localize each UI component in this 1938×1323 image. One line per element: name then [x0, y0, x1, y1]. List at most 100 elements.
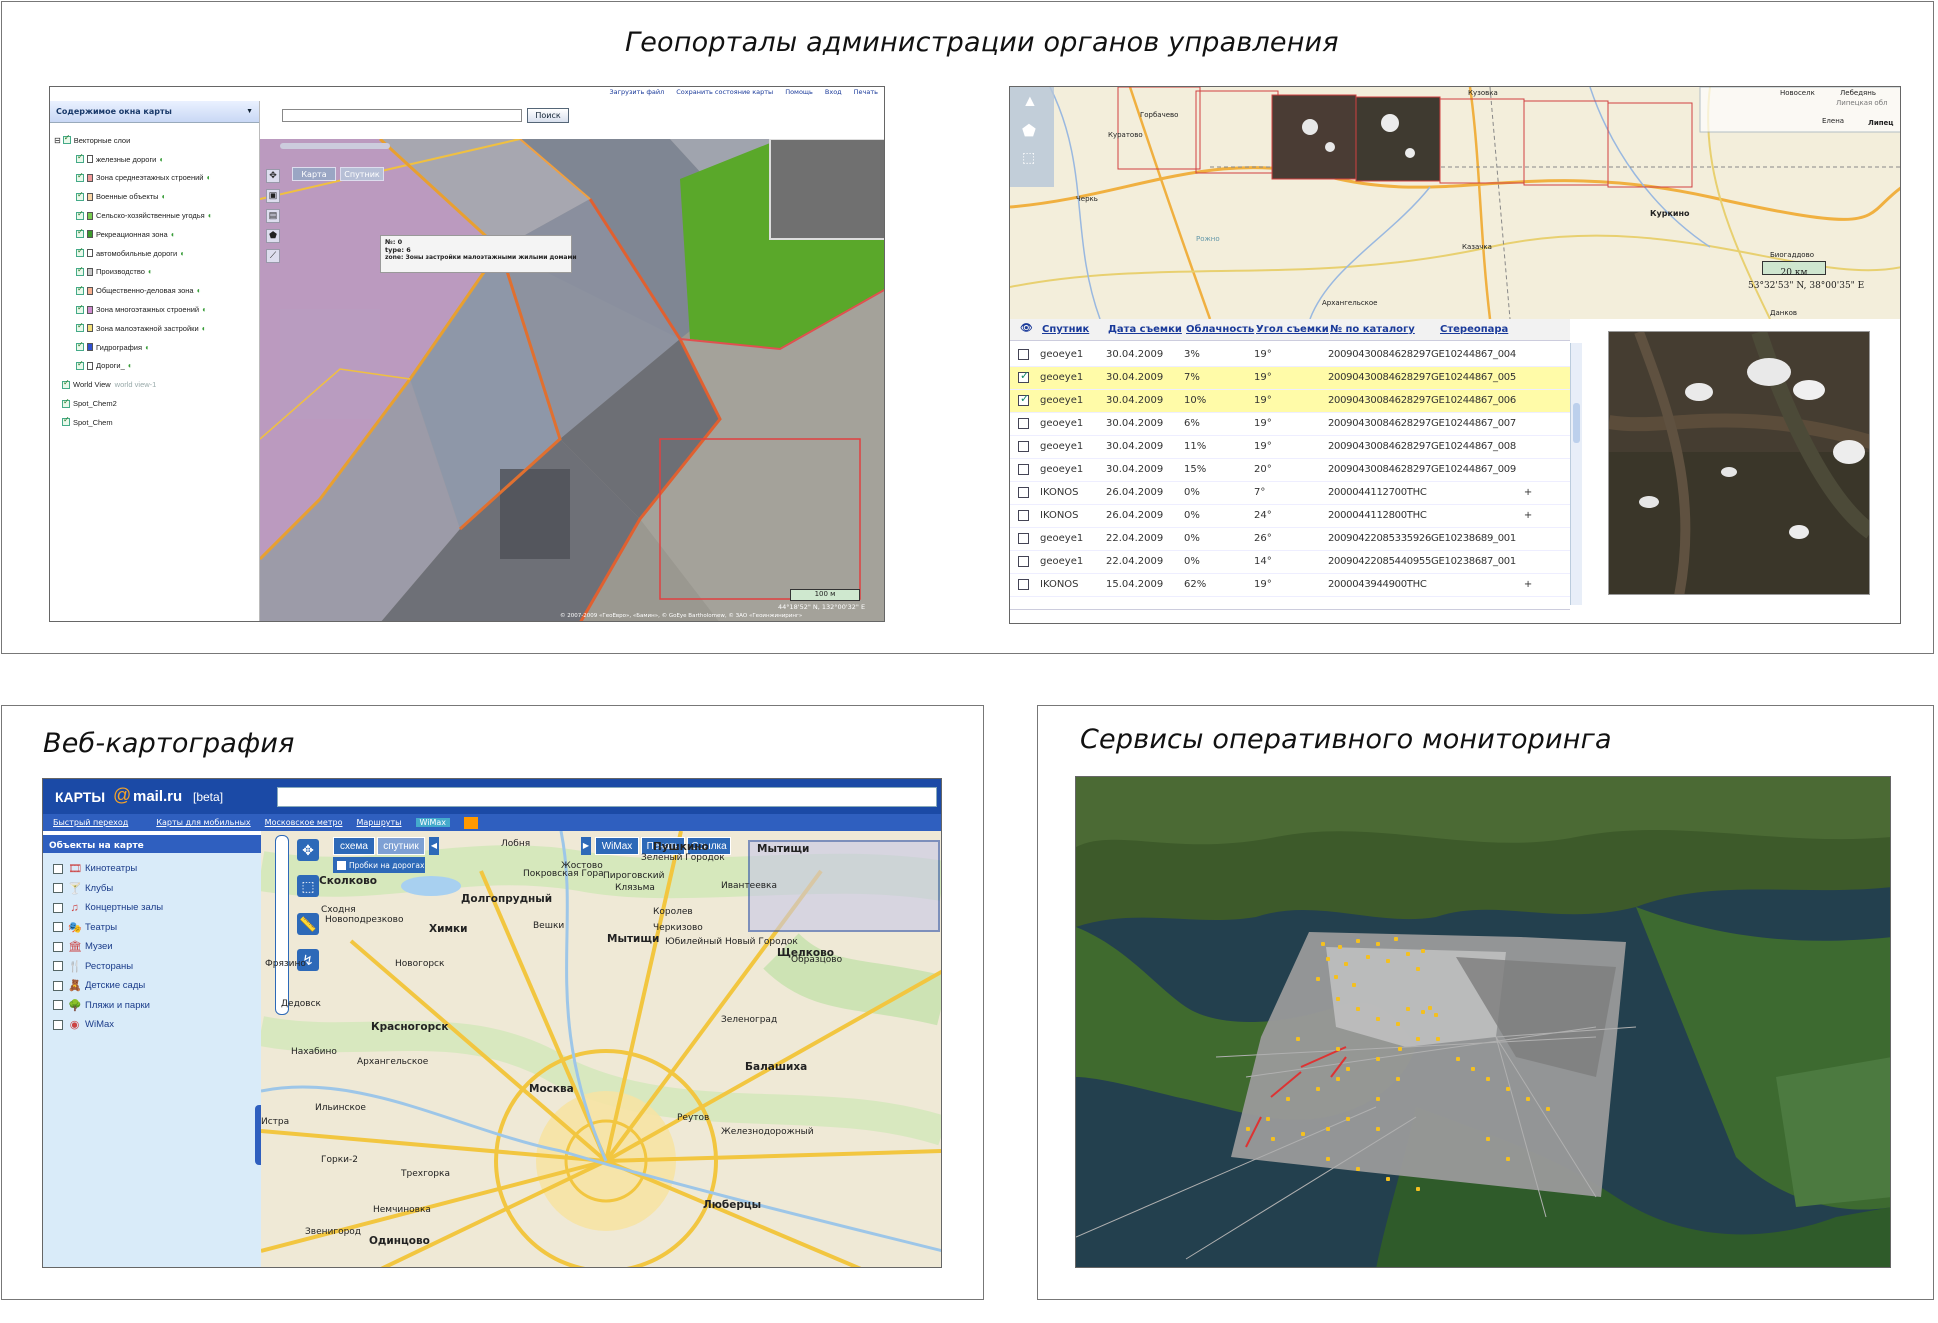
table-row[interactable]: IKONOS 15.04.2009 62% 19° 2000043944900THC +	[1010, 573, 1570, 597]
row-checkbox[interactable]	[1018, 463, 1029, 475]
row-checkbox[interactable]	[1018, 486, 1029, 498]
row-checkbox[interactable]	[1018, 348, 1029, 360]
layer-checkbox[interactable]	[76, 284, 84, 295]
visibility-icon[interactable]: ◐	[197, 286, 202, 295]
detection-point[interactable]	[1396, 1022, 1400, 1026]
pan-icon[interactable]: ✥	[266, 169, 280, 183]
object-checkbox[interactable]	[53, 883, 63, 894]
row-checkbox[interactable]	[1018, 532, 1029, 544]
print-icon[interactable]: ▤	[266, 209, 280, 223]
detection-point[interactable]	[1356, 1007, 1360, 1011]
scrollbar-thumb[interactable]	[1573, 403, 1580, 443]
detection-point[interactable]	[1321, 942, 1325, 946]
object-checkbox[interactable]	[53, 941, 63, 952]
detection-point[interactable]	[1416, 1187, 1420, 1191]
detection-point[interactable]	[1336, 997, 1340, 1001]
layer-checkbox[interactable]	[76, 303, 84, 314]
rect-tool-icon[interactable]: ⬚	[1022, 149, 1035, 166]
upload-file-link[interactable]: Загрузить файл	[609, 88, 664, 96]
layer-checkbox[interactable]	[76, 190, 84, 201]
col-stereo[interactable]: Стереопара	[1440, 324, 1508, 335]
layer-checkbox[interactable]	[76, 152, 84, 164]
detection-point[interactable]	[1376, 1057, 1380, 1061]
region-map[interactable]: ▲ ⬟ ⬚ Горбачево Куратово Кузовка Новосел…	[1010, 87, 1900, 319]
visibility-icon[interactable]: ◐	[145, 343, 150, 352]
shape-tool-icon[interactable]: ▲	[1022, 93, 1038, 111]
detection-point[interactable]	[1338, 945, 1342, 949]
detection-point[interactable]	[1344, 962, 1348, 966]
traffic-toggle[interactable]: Пробки на дорогах	[333, 857, 425, 873]
object-category[interactable]: 🌳 Пляжи и парки	[53, 996, 261, 1016]
zoom-box-icon[interactable]: ⬚	[297, 875, 319, 897]
tab-scheme[interactable]: схема	[333, 837, 375, 855]
extra-layer-item[interactable]: Spot_Chem2	[62, 394, 259, 413]
col-satellite[interactable]: Спутник	[1042, 324, 1089, 335]
row-checkbox[interactable]	[1018, 509, 1029, 521]
col-cloud[interactable]: Облачность	[1186, 324, 1254, 335]
layer-checkbox[interactable]	[76, 359, 84, 370]
detection-point[interactable]	[1428, 1006, 1432, 1010]
layer-item[interactable]: Зона малоэтажной застройки◐	[76, 319, 259, 338]
detection-point[interactable]	[1346, 1067, 1350, 1071]
zoom-slider[interactable]	[280, 143, 390, 149]
object-checkbox[interactable]	[53, 980, 63, 991]
detection-point[interactable]	[1356, 1167, 1360, 1171]
detection-point[interactable]	[1266, 1117, 1270, 1121]
detection-point[interactable]	[1376, 1127, 1380, 1131]
object-category[interactable]: ◉ WiMax	[53, 1015, 261, 1035]
table-row[interactable]: geoeye1 22.04.2009 0% 14° 20090422085440955G…	[1010, 550, 1570, 574]
polygon-icon[interactable]: ⬟	[266, 229, 280, 243]
detection-point[interactable]	[1506, 1087, 1510, 1091]
table-row[interactable]: geoeye1 22.04.2009 0% 26° 20090422085335926G…	[1010, 527, 1570, 551]
table-row[interactable]: geoeye130.04.20097%19°20090430084628297G…	[1010, 366, 1570, 390]
detection-point[interactable]	[1376, 942, 1380, 946]
object-checkbox[interactable]	[53, 922, 63, 933]
detection-point[interactable]	[1286, 1097, 1290, 1101]
tab-satellite[interactable]: спутник	[377, 837, 425, 855]
eye-icon[interactable]: 👁	[1020, 323, 1033, 334]
layer-checkbox[interactable]	[62, 415, 70, 427]
object-checkbox[interactable]	[53, 1000, 63, 1011]
visibility-icon[interactable]: ◐	[207, 173, 212, 182]
detection-point[interactable]	[1296, 1037, 1300, 1041]
traffic-checkbox[interactable]	[337, 860, 346, 870]
table-row[interactable]: geoeye1 30.04.2009 6% 19° 20090430084628297G…	[1010, 412, 1570, 436]
detection-point[interactable]	[1416, 967, 1420, 971]
object-checkbox[interactable]	[53, 902, 63, 913]
city-map[interactable]: ✥ ⬚ 📏 ↯ схема спутник Пробки на дорогах …	[261, 831, 941, 1267]
visibility-icon[interactable]: ◐	[171, 230, 176, 239]
detection-point[interactable]	[1271, 1137, 1275, 1141]
detection-point[interactable]	[1526, 1097, 1530, 1101]
row-checkbox[interactable]	[1018, 555, 1029, 567]
detection-point[interactable]	[1506, 1157, 1510, 1161]
brand-maps[interactable]: КАРТЫ	[55, 789, 105, 805]
layer-root[interactable]: ⊟ Векторные слои	[54, 131, 259, 150]
detection-point[interactable]	[1376, 1017, 1380, 1021]
layer-checkbox[interactable]	[76, 227, 84, 239]
brand-mailru[interactable]: mail.ru	[133, 788, 182, 805]
layer-checkbox[interactable]	[76, 340, 84, 352]
save-state-link[interactable]: Сохранить состояние карты	[676, 88, 773, 96]
detection-point[interactable]	[1406, 1007, 1410, 1011]
row-checkbox[interactable]	[1018, 369, 1029, 383]
layer-item[interactable]: Производство◐	[76, 263, 259, 282]
layer-item[interactable]: Зона многоэтажных строений◐	[76, 300, 259, 319]
detection-point[interactable]	[1316, 1087, 1320, 1091]
detection-point[interactable]	[1434, 1013, 1438, 1017]
save-icon[interactable]: ▣	[266, 189, 280, 203]
detection-point[interactable]	[1416, 1037, 1420, 1041]
print-link[interactable]: Печать	[854, 88, 878, 96]
table-row[interactable]: geoeye1 30.04.2009 3% 19° 20090430084628297G…	[1010, 343, 1570, 367]
detection-point[interactable]	[1456, 1057, 1460, 1061]
object-category[interactable]: 🎭 Театры	[53, 918, 261, 938]
detection-point[interactable]	[1246, 1127, 1250, 1131]
detection-point[interactable]	[1486, 1077, 1490, 1081]
login-link[interactable]: Вход	[825, 88, 842, 96]
tab-map[interactable]: Карта	[292, 167, 336, 181]
layer-checkbox[interactable]	[62, 397, 70, 408]
layer-item[interactable]: Общественно-деловая зона◐	[76, 281, 259, 300]
detection-point[interactable]	[1486, 1137, 1490, 1141]
layer-item[interactable]: Военные объекты◐	[76, 187, 259, 206]
rss-icon[interactable]	[464, 816, 478, 829]
wimax-button[interactable]: WiMax	[595, 837, 639, 855]
